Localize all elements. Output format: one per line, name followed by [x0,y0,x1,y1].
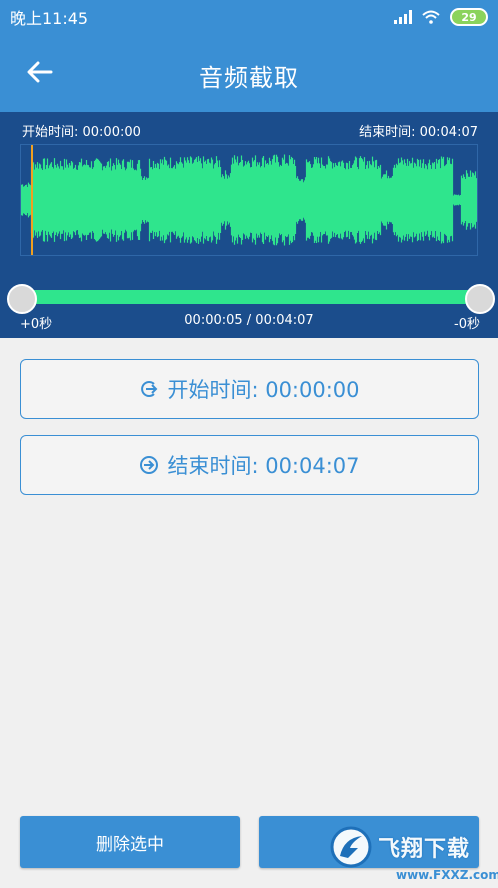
delete-selection-label: 删除选中 [96,834,164,855]
watermark-text: 飞翔下载 [378,837,471,862]
waveform-panel: 开始时间: 00:00:00 结束时间: 00:04:07 +0秒 00:00:… [0,112,498,338]
watermark: 飞翔下载 [330,826,470,868]
page-title: 音频截取 [199,64,299,92]
enter-circle-icon [141,381,158,397]
status-time: 晚上11:45 [10,9,89,28]
playback-position: 00:00:05 / 00:04:07 [184,313,314,328]
app-header: 音频截取 [0,34,498,112]
playhead[interactable] [31,145,33,255]
start-time-label: 开始时间: 00:00:00 [22,125,141,140]
end-time-label: 结束时间: 00:04:07 [359,125,478,140]
start-time-button-label: 开始时间: 00:00:00 [167,378,360,402]
arrow-circle-icon [140,456,159,474]
end-time-button-label: 结束时间: 00:04:07 [167,454,360,478]
waveform-path [20,154,478,246]
slider-right-offset: -0秒 [454,317,480,332]
waveform-graphic [20,154,478,246]
range-end-handle[interactable] [465,284,495,314]
watermark-logo [330,826,372,868]
signal-icon [394,10,412,24]
battery-icon: 29 [450,8,488,26]
set-end-time-button[interactable]: 结束时间: 00:04:07 [20,435,479,495]
set-start-time-button[interactable]: 开始时间: 00:00:00 [20,359,479,419]
delete-selection-button[interactable]: 删除选中 [20,816,240,868]
watermark-url: www.FXXZ.com [396,868,498,882]
range-slider-track[interactable] [20,290,480,304]
waveform-view[interactable] [20,144,478,256]
status-icons: 29 [394,8,488,26]
range-start-handle[interactable] [7,284,37,314]
status-bar: 晚上11:45 29 [0,0,498,34]
wifi-icon [422,10,440,24]
